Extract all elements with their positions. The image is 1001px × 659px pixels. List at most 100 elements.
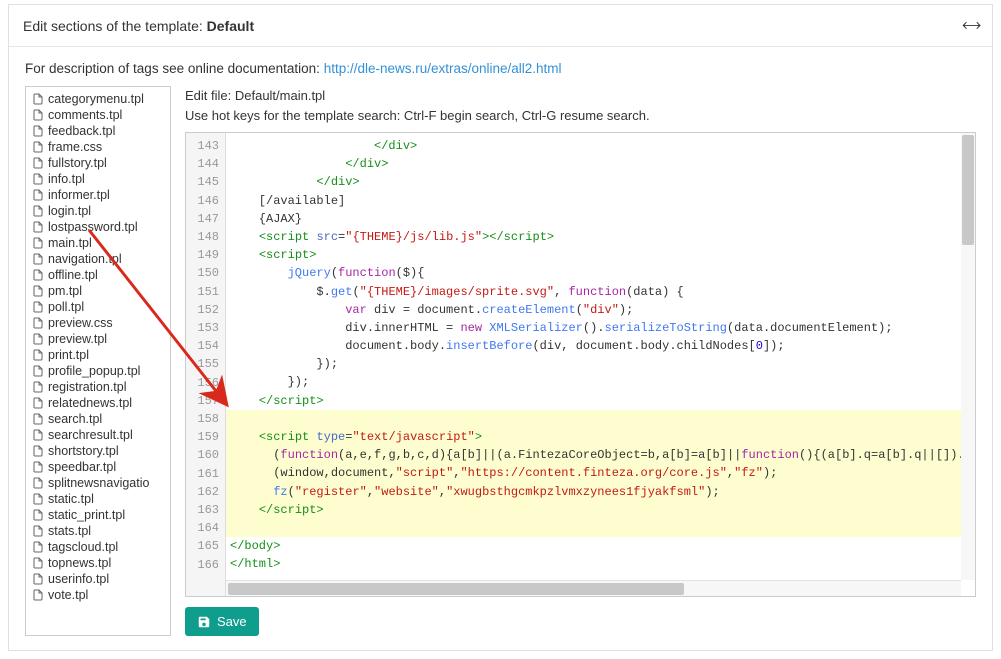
- code-line[interactable]: <script src="{THEME}/js/lib.js"></script…: [226, 228, 975, 246]
- save-icon: [197, 615, 211, 629]
- file-item[interactable]: preview.css: [26, 315, 170, 331]
- line-number: 144: [186, 155, 225, 173]
- code-line[interactable]: </div>: [226, 155, 975, 173]
- file-item[interactable]: info.tpl: [26, 171, 170, 187]
- file-item[interactable]: splitnewsnavigatio: [26, 475, 170, 491]
- code-area[interactable]: </div> </div> </div> [/available] {AJAX}…: [226, 133, 975, 596]
- code-line[interactable]: (function(a,e,f,g,b,c,d){a[b]||(a.Fintez…: [226, 446, 975, 464]
- file-item-label: navigation.tpl: [48, 252, 122, 266]
- code-line[interactable]: (window,document,"script","https://conte…: [226, 464, 975, 482]
- file-item[interactable]: static_print.tpl: [26, 507, 170, 523]
- file-item[interactable]: poll.tpl: [26, 299, 170, 315]
- code-line[interactable]: div.innerHTML = new XMLSerializer().seri…: [226, 319, 975, 337]
- file-item-label: fullstory.tpl: [48, 156, 107, 170]
- editor-column: Edit file: Default/main.tpl Use hot keys…: [185, 86, 976, 636]
- line-number: 146: [186, 192, 225, 210]
- file-item-label: offline.tpl: [48, 268, 98, 282]
- code-vertical-thumb[interactable]: [962, 135, 974, 245]
- file-item-label: vote.tpl: [48, 588, 88, 602]
- file-item-label: searchresult.tpl: [48, 428, 133, 442]
- file-item[interactable]: fullstory.tpl: [26, 155, 170, 171]
- file-item-label: main.tpl: [48, 236, 92, 250]
- file-item[interactable]: speedbar.tpl: [26, 459, 170, 475]
- code-line[interactable]: });: [226, 373, 975, 391]
- doc-link[interactable]: http://dle-news.ru/extras/online/all2.ht…: [324, 61, 562, 76]
- file-item[interactable]: navigation.tpl: [26, 251, 170, 267]
- line-number: 165: [186, 537, 225, 555]
- file-item[interactable]: search.tpl: [26, 411, 170, 427]
- code-line[interactable]: <script>: [226, 246, 975, 264]
- file-item-label: print.tpl: [48, 348, 89, 362]
- file-item[interactable]: searchresult.tpl: [26, 427, 170, 443]
- file-item[interactable]: tagscloud.tpl: [26, 539, 170, 555]
- line-number: 149: [186, 246, 225, 264]
- file-item[interactable]: main.tpl: [26, 235, 170, 251]
- code-line[interactable]: [226, 519, 975, 537]
- code-line[interactable]: </script>: [226, 501, 975, 519]
- file-item[interactable]: login.tpl: [26, 203, 170, 219]
- file-item[interactable]: print.tpl: [26, 347, 170, 363]
- code-line[interactable]: </body>: [226, 537, 975, 555]
- code-editor[interactable]: 1431441451461471481491501511521531541551…: [185, 132, 976, 597]
- line-number: 163: [186, 501, 225, 519]
- file-item[interactable]: informer.tpl: [26, 187, 170, 203]
- file-item[interactable]: registration.tpl: [26, 379, 170, 395]
- file-item[interactable]: static.tpl: [26, 491, 170, 507]
- line-number: 158: [186, 410, 225, 428]
- file-item[interactable]: offline.tpl: [26, 267, 170, 283]
- code-line[interactable]: $.get("{THEME}/images/sprite.svg", funct…: [226, 283, 975, 301]
- line-number: 164: [186, 519, 225, 537]
- line-number: 147: [186, 210, 225, 228]
- code-vertical-scrollbar[interactable]: [961, 133, 975, 580]
- code-line[interactable]: {AJAX}: [226, 210, 975, 228]
- code-line[interactable]: [/available]: [226, 192, 975, 210]
- file-item[interactable]: topnews.tpl: [26, 555, 170, 571]
- code-line[interactable]: document.body.insertBefore(div, document…: [226, 337, 975, 355]
- file-item-label: relatednews.tpl: [48, 396, 132, 410]
- file-item[interactable]: comments.tpl: [26, 107, 170, 123]
- line-number: 166: [186, 556, 225, 574]
- save-row: Save: [185, 607, 976, 636]
- code-line[interactable]: });: [226, 355, 975, 373]
- file-item[interactable]: vote.tpl: [26, 587, 170, 603]
- code-line[interactable]: var div = document.createElement("div");: [226, 301, 975, 319]
- file-item-label: shortstory.tpl: [48, 444, 119, 458]
- documentation-line: For description of tags see online docum…: [25, 61, 976, 76]
- code-line[interactable]: </script>: [226, 392, 975, 410]
- file-tree[interactable]: categorymenu.tplcomments.tplfeedback.tpl…: [25, 86, 171, 636]
- line-number: 160: [186, 446, 225, 464]
- file-item[interactable]: relatednews.tpl: [26, 395, 170, 411]
- file-item-label: search.tpl: [48, 412, 102, 426]
- line-number: 156: [186, 374, 225, 392]
- file-item-label: lostpassword.tpl: [48, 220, 138, 234]
- line-number: 162: [186, 483, 225, 501]
- editor-info-hotkeys: Use hot keys for the template search: Ct…: [185, 106, 976, 126]
- code-line[interactable]: </div>: [226, 173, 975, 191]
- code-line[interactable]: </div>: [226, 137, 975, 155]
- code-line[interactable]: fz("register","website","xwugbsthgcmkpzl…: [226, 483, 975, 501]
- file-item[interactable]: pm.tpl: [26, 283, 170, 299]
- file-item[interactable]: userinfo.tpl: [26, 571, 170, 587]
- file-item-label: preview.css: [48, 316, 113, 330]
- code-line[interactable]: jQuery(function($){: [226, 264, 975, 282]
- expand-icon[interactable]: ⤢: [958, 13, 983, 38]
- file-item[interactable]: preview.tpl: [26, 331, 170, 347]
- code-line[interactable]: <script type="text/javascript">: [226, 428, 975, 446]
- file-item[interactable]: lostpassword.tpl: [26, 219, 170, 235]
- file-item[interactable]: categorymenu.tpl: [26, 91, 170, 107]
- title-prefix: Edit sections of the template:: [23, 18, 207, 34]
- code-horizontal-thumb[interactable]: [228, 583, 684, 595]
- file-item[interactable]: stats.tpl: [26, 523, 170, 539]
- file-item-label: userinfo.tpl: [48, 572, 109, 586]
- save-button[interactable]: Save: [185, 607, 259, 636]
- file-item-label: frame.css: [48, 140, 102, 154]
- file-item[interactable]: profile_popup.tpl: [26, 363, 170, 379]
- file-item[interactable]: feedback.tpl: [26, 123, 170, 139]
- code-line[interactable]: </html>: [226, 555, 975, 573]
- line-number: 145: [186, 173, 225, 191]
- code-line[interactable]: [226, 410, 975, 428]
- file-item-label: topnews.tpl: [48, 556, 111, 570]
- code-horizontal-scrollbar[interactable]: [226, 580, 961, 596]
- file-item[interactable]: frame.css: [26, 139, 170, 155]
- file-item[interactable]: shortstory.tpl: [26, 443, 170, 459]
